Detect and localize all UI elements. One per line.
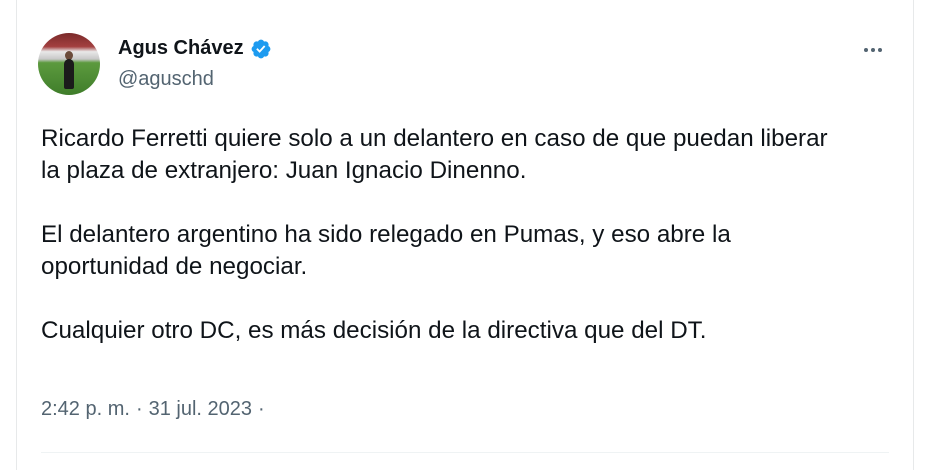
author-display-name[interactable]: Agus Chávez: [118, 37, 244, 60]
tweet-text-line: El delantero argentino ha sido relegado …: [41, 221, 731, 248]
verified-badge-icon: [251, 39, 270, 58]
tweet-text-line: Cualquier otro DC, es más decisión de la…: [41, 317, 707, 344]
meta-separator: ·: [135, 398, 143, 420]
avatar-figure: [64, 59, 74, 89]
author-name-row: Agus Chávez: [118, 37, 272, 60]
tweet-time[interactable]: 2:42 p. m.: [41, 398, 130, 421]
tweet-text: Ricardo Ferretti quiere solo a un delant…: [41, 123, 901, 347]
tweet-card: Agus Chávez @aguschd Ricardo Ferretti qu…: [16, 0, 914, 470]
more-dot: [878, 48, 882, 52]
tweet-text-line: Ricardo Ferretti quiere solo a un delant…: [41, 125, 828, 152]
tweet-meta: 2:42 p. m. · 31 jul. 2023 ·: [41, 398, 265, 421]
divider: [41, 452, 889, 453]
more-horizontal-icon[interactable]: [861, 40, 885, 60]
tweet-text-line: oportunidad de negociar.: [41, 253, 308, 280]
avatar[interactable]: [38, 33, 100, 95]
more-dot: [864, 48, 868, 52]
tweet-date[interactable]: 31 jul. 2023: [149, 398, 252, 421]
tweet-text-line: la plaza de extranjero: Juan Ignacio Din…: [41, 157, 527, 184]
author-handle[interactable]: @aguschd: [118, 68, 214, 91]
meta-separator-trailing: ·: [258, 398, 265, 420]
more-dot: [871, 48, 875, 52]
